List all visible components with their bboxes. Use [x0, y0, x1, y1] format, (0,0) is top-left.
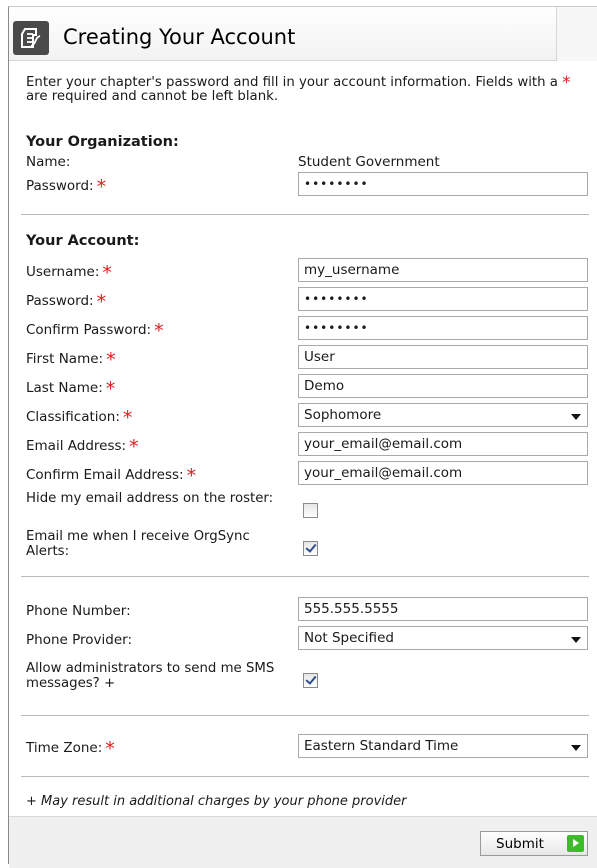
sms-charges-footnote: + May result in additional charges by yo… — [26, 794, 407, 809]
last-name-field[interactable]: Demo — [298, 374, 588, 398]
phone-number-field[interactable]: 555.555.5555 — [298, 597, 588, 621]
phone-provider-select-value: Not Specified — [304, 630, 394, 646]
section-divider — [21, 776, 589, 777]
account-form-panel: Creating Your Account Enter your chapter… — [8, 6, 597, 868]
required-marker: * — [96, 291, 107, 313]
page-title: Creating Your Account — [63, 25, 296, 49]
last-name-label-text: Last Name: — [26, 380, 103, 396]
arrow-right-icon — [567, 835, 584, 852]
email-label-text: Email Address: — [26, 438, 127, 454]
email-field[interactable]: your_email@email.com — [298, 432, 588, 456]
phone-number-label: Phone Number: — [26, 603, 131, 619]
section-divider — [21, 576, 589, 577]
chevron-down-icon — [571, 745, 581, 751]
username-label-text: Username: — [26, 264, 100, 280]
required-marker: * — [154, 320, 164, 342]
timezone-label: Time Zone: * — [26, 740, 115, 759]
account-password-label: Password: * — [26, 293, 106, 312]
intro-text-start: Enter your chapter's password and fill i… — [26, 75, 558, 90]
phone-provider-select[interactable]: Not Specified — [298, 626, 588, 650]
organization-heading: Your Organization: — [26, 134, 179, 150]
submit-button[interactable]: Submit — [480, 831, 588, 856]
required-marker: * — [96, 176, 107, 198]
submit-button-label: Submit — [496, 835, 544, 852]
confirm-email-field[interactable]: your_email@email.com — [298, 461, 588, 485]
chevron-down-icon — [571, 414, 581, 420]
first-name-label-text: First Name: — [26, 351, 104, 367]
username-label: Username: * — [26, 264, 112, 283]
intro-text-end: are required and cannot be left blank. — [26, 89, 279, 104]
org-password-label-text: Password: — [26, 178, 94, 194]
account-password-label-text: Password: — [26, 293, 94, 309]
email-label: Email Address: * — [26, 438, 139, 457]
confirm-email-label: Confirm Email Address: * — [26, 467, 196, 486]
first-name-field[interactable]: User — [298, 345, 588, 369]
confirm-email-label-text: Confirm Email Address: — [26, 467, 184, 483]
required-marker: * — [122, 407, 133, 429]
first-name-label: First Name: * — [26, 351, 116, 370]
alerts-checkbox[interactable] — [303, 541, 318, 556]
classification-label-text: Classification: — [26, 409, 120, 425]
required-marker: * — [105, 738, 115, 760]
account-password-field[interactable]: •••••••• — [298, 287, 588, 311]
required-marker: * — [102, 262, 112, 284]
sms-checkbox[interactable] — [303, 673, 318, 688]
org-password-field[interactable]: •••••••• — [298, 172, 588, 196]
org-name-value: Student Government — [298, 154, 440, 170]
required-marker: * — [562, 73, 571, 93]
chevron-down-icon — [571, 637, 581, 643]
username-field[interactable]: my_username — [298, 258, 588, 282]
phone-provider-label: Phone Provider: — [26, 632, 133, 648]
required-marker: * — [186, 465, 197, 487]
timezone-select-value: Eastern Standard Time — [304, 738, 459, 754]
timezone-label-text: Time Zone: — [26, 740, 103, 756]
form-footer: Submit — [9, 816, 597, 868]
confirm-password-field[interactable]: •••••••• — [298, 316, 588, 340]
required-marker: * — [106, 349, 116, 371]
alerts-label: Email me when I receive OrgSync Alerts: — [26, 529, 250, 559]
classification-select-value: Sophomore — [304, 407, 382, 423]
org-name-label: Name: — [26, 154, 71, 170]
classification-label: Classification: * — [26, 409, 132, 428]
hide-email-label: Hide my email address on the roster: — [26, 491, 274, 506]
section-divider — [21, 715, 589, 716]
sms-label: Allow administrators to send me SMS mess… — [26, 661, 275, 691]
org-password-label: Password: * — [26, 178, 106, 197]
timezone-select[interactable]: Eastern Standard Time — [298, 734, 588, 758]
section-divider — [21, 214, 589, 215]
account-heading: Your Account: — [26, 233, 140, 249]
required-marker: * — [105, 378, 116, 400]
hide-email-checkbox[interactable] — [303, 503, 318, 518]
title-bar-edge — [556, 7, 597, 61]
confirm-password-label-text: Confirm Password: — [26, 322, 152, 338]
required-marker: * — [129, 436, 139, 458]
form-document-icon — [13, 21, 49, 55]
confirm-password-label: Confirm Password: * — [26, 322, 164, 341]
classification-select[interactable]: Sophomore — [298, 403, 588, 427]
title-bar: Creating Your Account — [9, 7, 597, 61]
intro-text: Enter your chapter's password and fill i… — [26, 73, 591, 104]
last-name-label: Last Name: * — [26, 380, 115, 399]
